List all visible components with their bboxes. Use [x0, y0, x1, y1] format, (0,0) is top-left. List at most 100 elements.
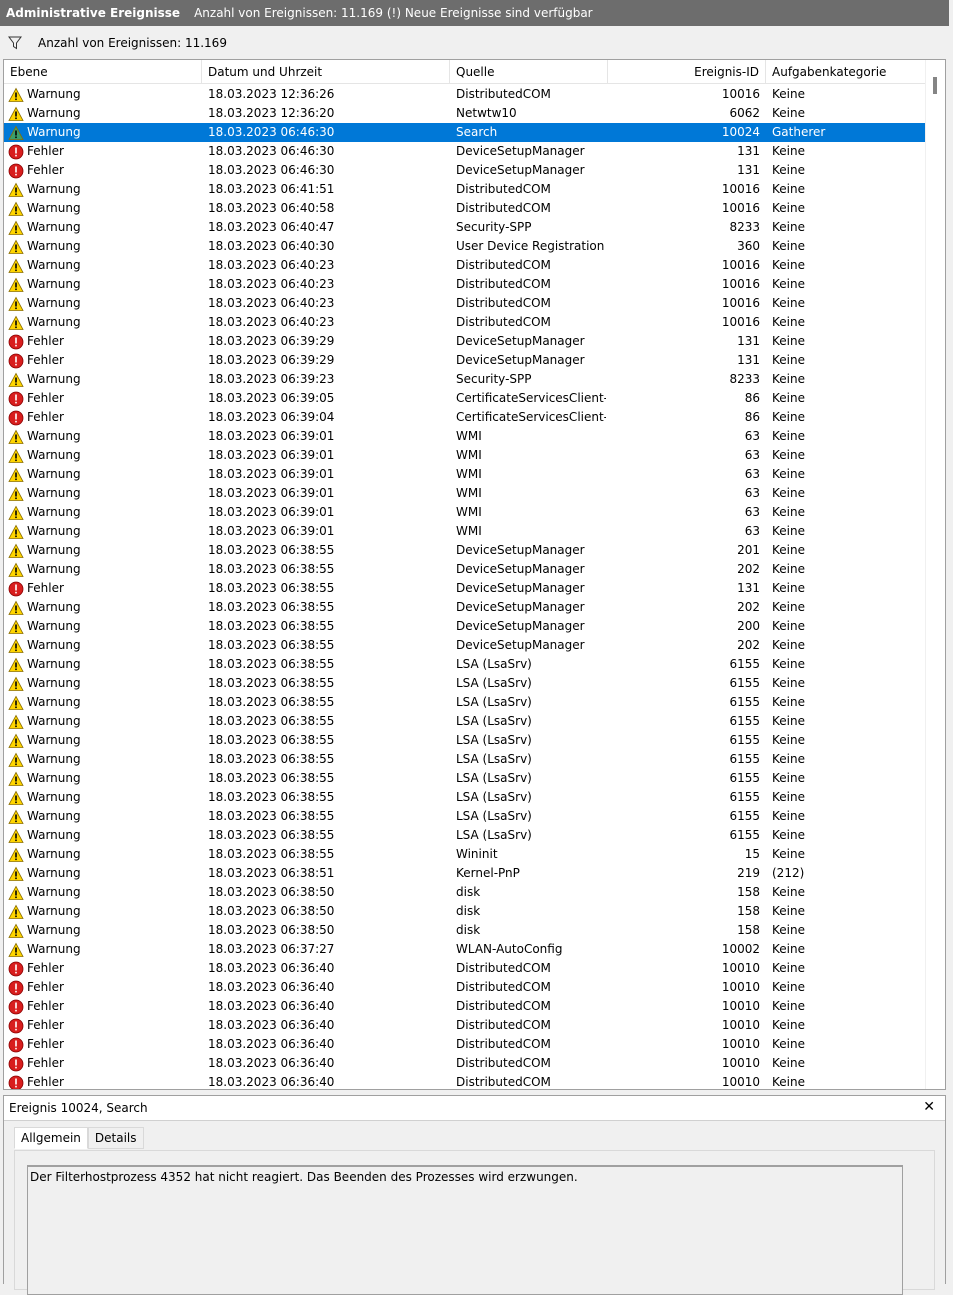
table-row[interactable]: Warnung 18.03.2023 06:38:50 disk 158 Keine — [4, 921, 926, 940]
tab-details[interactable]: Details — [87, 1127, 144, 1149]
filter-icon[interactable] — [7, 35, 23, 51]
vertical-scrollbar[interactable] — [925, 60, 945, 1089]
cell-event-id: 10010 — [721, 1018, 760, 1032]
table-row[interactable]: Warnung 18.03.2023 06:38:55 LSA (LsaSrv) 61… — [4, 769, 926, 788]
cell-source: LSA (LsaSrv) — [456, 714, 532, 728]
table-row[interactable]: Fehler 18.03.2023 06:39:29 DeviceSetupMana… — [4, 351, 926, 370]
table-row[interactable]: Fehler 18.03.2023 06:36:40 DistributedCOM 1… — [4, 1054, 926, 1073]
cell-datetime: 18.03.2023 06:37:27 — [208, 942, 335, 956]
column-header-source[interactable]: Quelle — [450, 60, 608, 83]
cell-level: Warnung — [4, 750, 199, 769]
column-header-level[interactable]: Ebene — [4, 60, 202, 83]
cell-level: Warnung — [4, 237, 199, 256]
table-row[interactable]: Fehler 18.03.2023 06:36:40 DistributedCOM 1… — [4, 1016, 926, 1035]
table-row[interactable]: Warnung 18.03.2023 06:38:55 DeviceSetupMan… — [4, 560, 926, 579]
table-row[interactable]: Warnung 18.03.2023 06:40:23 DistributedCOM… — [4, 313, 926, 332]
table-row[interactable]: Warnung 18.03.2023 06:38:55 LSA (LsaSrv) 61… — [4, 712, 926, 731]
table-row[interactable]: Fehler 18.03.2023 06:46:30 DeviceSetupMana… — [4, 142, 926, 161]
table-row[interactable]: Warnung 18.03.2023 06:39:01 WMI 63 Keine — [4, 522, 926, 541]
table-row[interactable]: Warnung 18.03.2023 06:38:51 Kernel-PnP 219 (… — [4, 864, 926, 883]
column-header-datetime[interactable]: Datum und Uhrzeit — [202, 60, 450, 83]
table-row[interactable]: Fehler 18.03.2023 06:36:40 DistributedCOM 1… — [4, 1073, 926, 1089]
table-row[interactable]: Fehler 18.03.2023 06:46:30 DeviceSetupMana… — [4, 161, 926, 180]
table-row[interactable]: Fehler 18.03.2023 06:39:05 CertificateServ… — [4, 389, 926, 408]
cell-source: WMI — [456, 505, 482, 519]
table-row[interactable]: Warnung 18.03.2023 06:38:55 LSA (LsaSrv) 61… — [4, 693, 926, 712]
table-row[interactable]: Warnung 18.03.2023 06:40:23 DistributedCOM… — [4, 294, 926, 313]
table-row[interactable]: Warnung 18.03.2023 06:40:58 DistributedCOM… — [4, 199, 926, 218]
cell-level: Fehler — [4, 389, 199, 408]
error-icon — [8, 1018, 24, 1034]
table-row[interactable]: Fehler 18.03.2023 06:36:40 DistributedCOM 1… — [4, 978, 926, 997]
table-row[interactable]: Warnung 18.03.2023 06:38:55 DeviceSetupMan… — [4, 636, 926, 655]
cell-level: Fehler — [4, 351, 199, 370]
table-row[interactable]: Warnung 18.03.2023 06:39:01 WMI 63 Keine — [4, 446, 926, 465]
table-row[interactable]: Warnung 18.03.2023 06:38:50 disk 158 Keine — [4, 883, 926, 902]
table-row[interactable]: Warnung 18.03.2023 06:38:55 LSA (LsaSrv) 61… — [4, 807, 926, 826]
cell-category: Keine — [772, 961, 805, 975]
table-row[interactable]: Warnung 18.03.2023 06:39:01 WMI 63 Keine — [4, 503, 926, 522]
cell-category: Keine — [772, 467, 805, 481]
table-row[interactable]: Warnung 18.03.2023 06:38:55 LSA (LsaSrv) 61… — [4, 655, 926, 674]
cell-level: Warnung — [4, 883, 199, 902]
table-row[interactable]: Warnung 18.03.2023 06:46:30 Search 10024 Gat… — [4, 123, 926, 142]
event-message[interactable]: Der Filterhostprozess 4352 hat nicht rea… — [27, 1165, 903, 1295]
table-row[interactable]: Warnung 18.03.2023 06:38:55 LSA (LsaSrv) 61… — [4, 674, 926, 693]
level-text: Fehler — [27, 581, 64, 595]
level-text: Warnung — [27, 106, 81, 120]
table-row[interactable]: Warnung 18.03.2023 06:40:23 DistributedCOM… — [4, 275, 926, 294]
table-row[interactable]: Warnung 18.03.2023 06:38:55 LSA (LsaSrv) 61… — [4, 788, 926, 807]
table-row[interactable]: Warnung 18.03.2023 06:38:55 LSA (LsaSrv) 61… — [4, 750, 926, 769]
cell-category: Keine — [772, 543, 805, 557]
event-list[interactable]: Ebene Datum und Uhrzeit Quelle Ereignis-… — [3, 59, 946, 1090]
cell-datetime: 18.03.2023 06:39:01 — [208, 429, 335, 443]
table-row[interactable]: Warnung 18.03.2023 06:39:01 WMI 63 Keine — [4, 484, 926, 503]
level-text: Warnung — [27, 220, 81, 234]
table-row[interactable]: Warnung 18.03.2023 06:38:55 DeviceSetupMan… — [4, 617, 926, 636]
scrollbar-thumb[interactable] — [933, 77, 937, 94]
table-row[interactable]: Warnung 18.03.2023 12:36:26 DistributedCOM… — [4, 85, 926, 104]
table-row[interactable]: Fehler 18.03.2023 06:39:29 DeviceSetupMana… — [4, 332, 926, 351]
cell-event-id: 8233 — [729, 220, 760, 234]
cell-datetime: 18.03.2023 06:39:29 — [208, 334, 335, 348]
table-row[interactable]: Warnung 18.03.2023 06:38:50 disk 158 Keine — [4, 902, 926, 921]
table-row[interactable]: Warnung 18.03.2023 06:41:51 DistributedCOM… — [4, 180, 926, 199]
cell-source: Search — [456, 125, 498, 139]
warning-icon — [8, 505, 24, 521]
warning-icon — [8, 847, 24, 863]
table-row[interactable]: Fehler 18.03.2023 06:36:40 DistributedCOM 1… — [4, 959, 926, 978]
table-row[interactable]: Warnung 18.03.2023 06:38:55 LSA (LsaSrv) 61… — [4, 731, 926, 750]
table-row[interactable]: Warnung 18.03.2023 06:38:55 LSA (LsaSrv) 61… — [4, 826, 926, 845]
table-row[interactable]: Warnung 18.03.2023 06:39:23 Security-SPP 82… — [4, 370, 926, 389]
table-row[interactable]: Warnung 18.03.2023 06:40:30 User Device Re… — [4, 237, 926, 256]
level-text: Warnung — [27, 676, 81, 690]
cell-datetime: 18.03.2023 06:36:40 — [208, 1037, 335, 1051]
warning-icon — [8, 923, 24, 939]
table-row[interactable]: Warnung 18.03.2023 12:36:20 Netwtw10 6062 Ke… — [4, 104, 926, 123]
table-row[interactable]: Warnung 18.03.2023 06:39:01 WMI 63 Keine — [4, 427, 926, 446]
table-row[interactable]: Warnung 18.03.2023 06:38:55 Wininit 15 Keine — [4, 845, 926, 864]
table-row[interactable]: Warnung 18.03.2023 06:40:23 DistributedCOM… — [4, 256, 926, 275]
tab-allgemein[interactable]: Allgemein — [14, 1127, 88, 1149]
cell-source: Netwtw10 — [456, 106, 517, 120]
level-text: Fehler — [27, 1075, 64, 1089]
table-row[interactable]: Fehler 18.03.2023 06:39:04 CertificateServ… — [4, 408, 926, 427]
table-row[interactable]: Warnung 18.03.2023 06:38:55 DeviceSetupMan… — [4, 598, 926, 617]
cell-datetime: 18.03.2023 06:38:55 — [208, 562, 335, 576]
cell-category: Keine — [772, 809, 805, 823]
cell-category: Keine — [772, 106, 805, 120]
cell-level: Warnung — [4, 522, 199, 541]
table-row[interactable]: Warnung 18.03.2023 06:38:55 DeviceSetupMan… — [4, 541, 926, 560]
table-row[interactable]: Warnung 18.03.2023 06:39:01 WMI 63 Keine — [4, 465, 926, 484]
table-row[interactable]: Warnung 18.03.2023 06:40:47 Security-SPP 82… — [4, 218, 926, 237]
cell-event-id: 200 — [737, 619, 760, 633]
column-header-category[interactable]: Aufgabenkategorie — [766, 60, 926, 83]
column-header-event-id[interactable]: Ereignis-ID — [608, 60, 766, 83]
table-row[interactable]: Warnung 18.03.2023 06:37:27 WLAN-AutoConfi… — [4, 940, 926, 959]
table-row[interactable]: Fehler 18.03.2023 06:38:55 DeviceSetupMana… — [4, 579, 926, 598]
cell-level: Warnung — [4, 218, 199, 237]
close-icon[interactable]: ✕ — [923, 1099, 935, 1115]
table-row[interactable]: Fehler 18.03.2023 06:36:40 DistributedCOM 1… — [4, 1035, 926, 1054]
cell-event-id: 158 — [737, 885, 760, 899]
table-row[interactable]: Fehler 18.03.2023 06:36:40 DistributedCOM 1… — [4, 997, 926, 1016]
